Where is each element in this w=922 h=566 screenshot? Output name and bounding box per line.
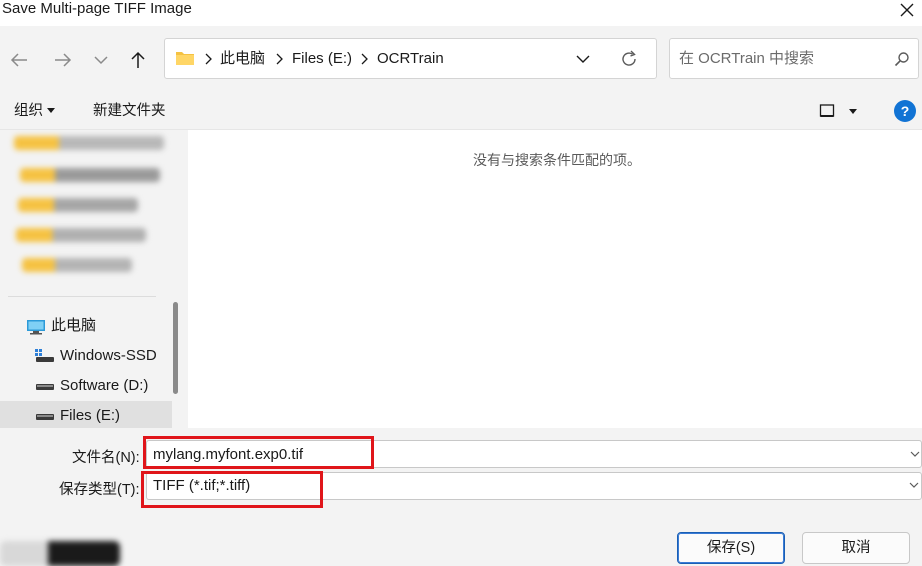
title-bar: Save Multi-page TIFF Image: [0, 0, 922, 26]
chevron-right-icon: [205, 53, 212, 65]
organize-label: 组织: [14, 103, 43, 119]
save-button[interactable]: 保存(S): [677, 532, 785, 564]
search-placeholder: 在 OCRTrain 中搜索: [679, 50, 815, 67]
nav-item-label: Files (E:): [60, 407, 120, 424]
computer-icon: [27, 320, 45, 335]
nav-item-label: Windows-SSD: [60, 347, 157, 364]
forward-button[interactable]: [51, 48, 75, 72]
filetype-select[interactable]: TIFF (*.tif;*.tiff): [146, 472, 922, 500]
empty-results-message: 没有与搜索条件匹配的项。: [473, 152, 641, 168]
search-input[interactable]: 在 OCRTrain 中搜索: [669, 38, 919, 79]
drive-icon: [36, 384, 54, 390]
breadcrumb-ocrtrain[interactable]: OCRTrain: [377, 39, 444, 78]
nav-divider: [8, 296, 156, 297]
folder-icon: [176, 52, 194, 65]
address-bar[interactable]: 此电脑 Files (E:) OCRTrain: [164, 38, 657, 79]
nav-item-label: 此电脑: [51, 317, 97, 334]
blurred-quick-access-item: [14, 136, 164, 150]
breadcrumb-files-drive[interactable]: Files (E:): [292, 39, 352, 78]
view-options-caret-icon[interactable]: [848, 107, 858, 115]
blurred-quick-access-item: [22, 258, 132, 272]
new-folder-button[interactable]: 新建文件夹: [93, 92, 166, 130]
arrow-up-icon: [131, 51, 145, 68]
chevron-down-icon: [909, 482, 919, 488]
nav-item-windows-ssd[interactable]: Windows-SSD: [0, 341, 172, 371]
nav-item-files-drive[interactable]: Files (E:): [0, 401, 172, 428]
refresh-icon[interactable]: [619, 49, 639, 69]
organize-menu-button[interactable]: 组织: [14, 92, 55, 130]
address-dropdown-icon[interactable]: [575, 52, 591, 66]
filename-input[interactable]: [146, 440, 922, 468]
close-button[interactable]: [892, 0, 922, 20]
window-title: Save Multi-page TIFF Image: [2, 0, 192, 17]
recent-locations-button[interactable]: [89, 48, 113, 72]
chevron-right-icon: [276, 53, 283, 65]
back-button[interactable]: [7, 48, 31, 72]
close-icon: [900, 3, 914, 17]
nav-item-this-pc[interactable]: 此电脑: [0, 311, 172, 341]
filename-dropdown-icon[interactable]: [910, 451, 920, 458]
save-form: 文件名(N): 保存类型(T): TIFF (*.tif;*.tiff) 保存(…: [0, 428, 922, 566]
navigation-pane: 此电脑 Windows-SSD Software (D:) Files (E:): [0, 130, 188, 428]
address-bar-area: 此电脑 Files (E:) OCRTrain 在 OCRTrain 中搜索: [0, 26, 922, 92]
nav-pane-scrollbar[interactable]: [173, 302, 178, 394]
search-icon[interactable]: [894, 51, 910, 67]
breadcrumb-this-pc[interactable]: 此电脑: [220, 39, 265, 78]
blurred-footer-item: [0, 541, 120, 566]
view-layout-icon[interactable]: [819, 103, 835, 119]
caret-down-icon: [47, 107, 55, 113]
help-icon[interactable]: ?: [894, 100, 916, 122]
cancel-button[interactable]: 取消: [802, 532, 910, 564]
blurred-quick-access-item: [18, 198, 138, 212]
up-button[interactable]: [126, 48, 150, 72]
chevron-right-icon: [361, 53, 368, 65]
system-drive-icon: [35, 349, 54, 362]
blurred-quick-access-item: [20, 168, 160, 182]
nav-item-software-drive[interactable]: Software (D:): [0, 371, 172, 401]
filetype-label: 保存类型(T):: [59, 482, 140, 498]
arrow-left-icon: [10, 53, 27, 67]
filename-label: 文件名(N):: [72, 450, 140, 466]
drive-icon: [36, 414, 54, 420]
nav-item-label: Software (D:): [60, 377, 149, 394]
chevron-down-icon: [94, 56, 108, 65]
filetype-value: TIFF (*.tif;*.tiff): [153, 477, 251, 494]
blurred-quick-access-item: [16, 228, 146, 242]
arrow-right-icon: [55, 53, 72, 67]
file-list[interactable]: 没有与搜索条件匹配的项。: [188, 130, 922, 428]
command-bar: 组织 新建文件夹 ?: [0, 92, 922, 130]
